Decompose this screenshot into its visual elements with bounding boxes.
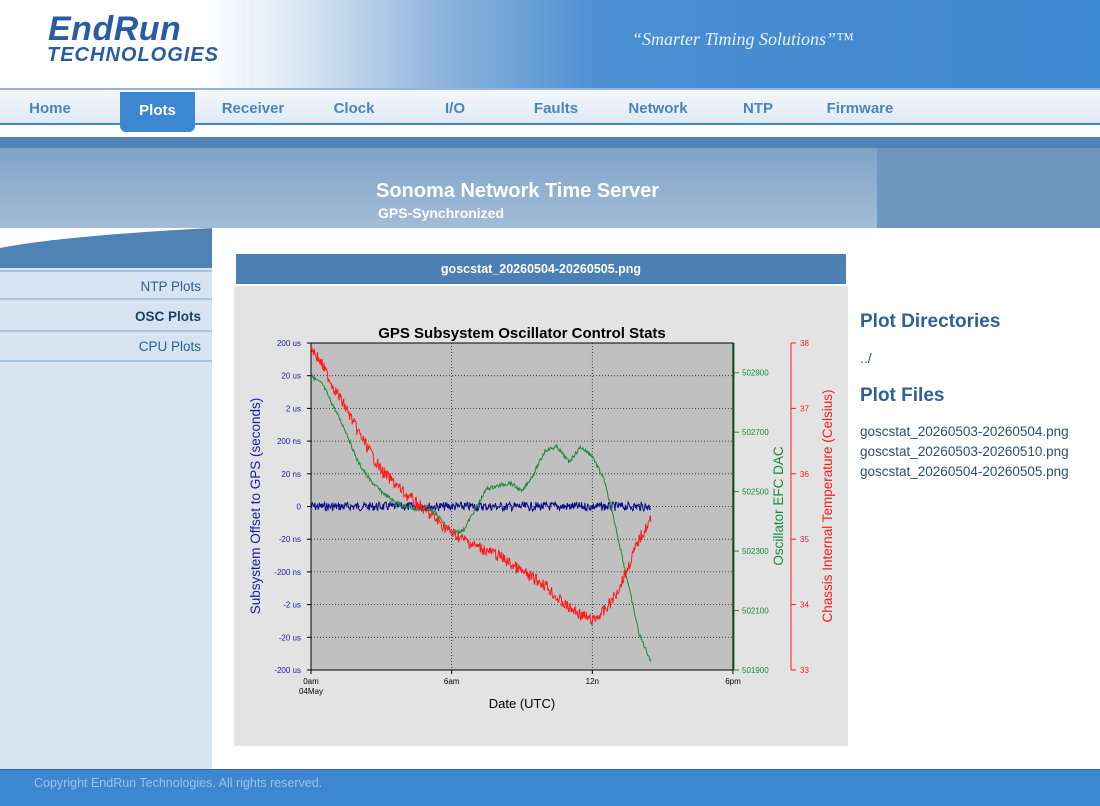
dac-tick-label: 501900 xyxy=(742,666,769,675)
left-tick-label: -200 us xyxy=(274,666,301,675)
banner-right-panel xyxy=(877,148,1100,228)
nav-receiver[interactable]: Receiver xyxy=(212,90,294,127)
sidebar: NTP Plots OSC Plots CPU Plots xyxy=(0,268,212,769)
left-tick-label: -200 ns xyxy=(274,568,301,577)
nav-ntp[interactable]: NTP xyxy=(730,90,786,127)
main-nav: Home Plots Receiver Clock I/O Faults Net… xyxy=(0,88,1100,132)
temperature-tick-label: 38 xyxy=(800,339,809,348)
temperature-axis: 38 37 36 35 34 33 xyxy=(790,339,809,675)
dac-axis: 502900 502700 502500 502300 502100 501900 xyxy=(733,343,769,675)
left-tick-label: 0 xyxy=(297,503,302,512)
dac-axis-label: Oscillator EFC DAC xyxy=(771,446,786,566)
dac-tick-label: 502500 xyxy=(742,488,769,497)
temperature-tick-label: 37 xyxy=(800,404,809,413)
temperature-tick-label: 36 xyxy=(800,470,809,479)
nav-plots[interactable]: Plots xyxy=(120,92,195,132)
dac-tick-label: 502300 xyxy=(742,547,769,556)
nav-firmware[interactable]: Firmware xyxy=(818,90,902,127)
left-axis-ticks: 200 us 20 us 2 us 200 ns 20 ns 0 -20 ns -200 ns… xyxy=(274,339,311,675)
sidebar-item-cpu-plots[interactable]: CPU Plots xyxy=(0,332,212,362)
x-tick-label: 0am xyxy=(303,677,319,686)
plot-files-heading: Plot Files xyxy=(860,385,945,406)
dac-tick-label: 502100 xyxy=(742,607,769,616)
x-axis-ticks: 0am 6am 12n 6pm 04May xyxy=(299,670,741,696)
left-tick-label: -20 ns xyxy=(279,535,301,544)
plot-file-link[interactable]: goscstat_20260503-20260504.png xyxy=(860,424,1069,439)
x-axis-label: Date (UTC) xyxy=(489,696,555,711)
logo-subtext[interactable]: TECHNOLOGIES xyxy=(47,44,219,67)
left-tick-label: 2 us xyxy=(286,404,301,413)
left-tick-label: -2 us xyxy=(283,601,301,610)
nav-faults[interactable]: Faults xyxy=(522,90,590,127)
left-tick-label: 20 ns xyxy=(281,470,301,479)
osc-chart: GPS Subsystem Oscillator Control Stats 2… xyxy=(248,325,835,711)
dac-tick-label: 502900 xyxy=(742,369,769,378)
temperature-tick-label: 34 xyxy=(800,601,809,610)
temperature-tick-label: 35 xyxy=(800,535,809,544)
x-tick-label: 6pm xyxy=(725,677,741,686)
banner-swoosh xyxy=(0,228,212,268)
x-tick-sublabel: 04May xyxy=(299,687,323,696)
site-title: Sonoma Network Time Server xyxy=(376,180,660,202)
parent-directory-link[interactable]: ../ xyxy=(860,350,872,366)
temperature-tick-label: 33 xyxy=(800,666,809,675)
dac-tick-label: 502700 xyxy=(742,428,769,437)
left-tick-label: 200 us xyxy=(277,339,301,348)
left-tick-label: -20 us xyxy=(279,633,301,642)
chart-title: GPS Subsystem Oscillator Control Stats xyxy=(378,325,666,342)
sidebar-item-ntp-plots[interactable]: NTP Plots xyxy=(0,270,212,300)
plot-file-link[interactable]: goscstat_20260503-20260510.png xyxy=(860,444,1069,459)
nav-clock[interactable]: Clock xyxy=(318,90,390,127)
left-tick-label: 20 us xyxy=(281,372,301,381)
nav-home[interactable]: Home xyxy=(10,90,90,127)
x-tick-label: 12n xyxy=(586,677,599,686)
left-axis-label: Subsystem Offset to GPS (seconds) xyxy=(248,398,263,615)
x-tick-label: 6am xyxy=(444,677,460,686)
left-tick-label: 200 ns xyxy=(277,437,301,446)
copyright-text: Copyright EndRun Technologies. All right… xyxy=(34,776,323,790)
temperature-axis-label: Chassis Internal Temperature (Celsius) xyxy=(820,389,835,622)
banner-band xyxy=(0,137,1100,148)
nav-network[interactable]: Network xyxy=(617,90,699,127)
nav-io[interactable]: I/O xyxy=(425,90,485,127)
sidebar-item-osc-plots[interactable]: OSC Plots xyxy=(0,302,212,332)
plot-filename-bar: goscstat_20260504-20260505.png xyxy=(236,254,846,284)
tagline: “Smarter Timing Solutions”™ xyxy=(632,29,854,49)
plot-file-link[interactable]: goscstat_20260504-20260505.png xyxy=(860,464,1069,479)
site-subtitle: GPS-Synchronized xyxy=(378,205,505,221)
plot-directories-heading: Plot Directories xyxy=(860,311,1001,332)
